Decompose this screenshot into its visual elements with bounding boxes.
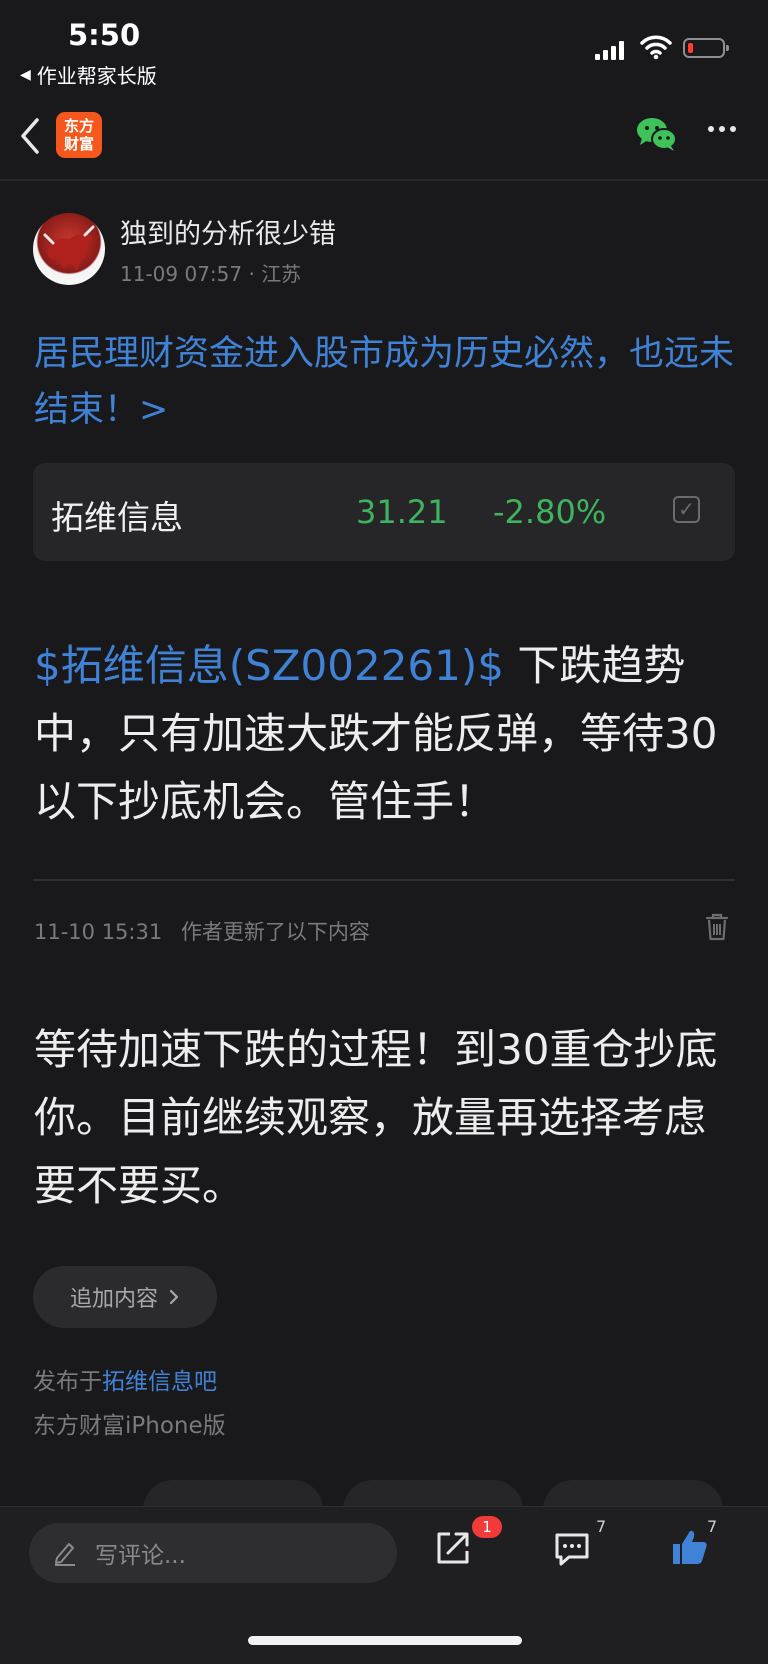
nav-divider <box>0 179 768 181</box>
wifi-icon <box>640 35 672 60</box>
share-row <box>33 1480 768 1508</box>
post-location: 江苏 <box>261 262 302 286</box>
append-content-button[interactable]: 追加内容 <box>33 1266 217 1328</box>
like-count: 7 <box>707 1517 718 1536</box>
home-indicator[interactable] <box>248 1636 522 1645</box>
comment-placeholder: 写评论... <box>95 1543 186 1569</box>
stock-name: 拓维信息 <box>51 498 183 537</box>
more-icon[interactable] <box>708 126 736 132</box>
stock-price: 31.21 <box>356 493 448 531</box>
comment-input[interactable]: 写评论... <box>29 1523 397 1583</box>
published-prefix: 发布于 <box>33 1369 102 1395</box>
meta-separator: · <box>248 262 262 286</box>
battery-icon <box>683 38 729 58</box>
like-thumb-icon[interactable] <box>670 1527 710 1567</box>
author-avatar[interactable] <box>33 213 105 285</box>
append-content-label: 追加内容 <box>69 1287 158 1312</box>
cellular-signal-icon <box>595 40 624 60</box>
trash-icon[interactable] <box>705 912 729 942</box>
stock-tag-link[interactable]: $拓维信息(SZ002261)$ <box>34 641 504 690</box>
published-in: 发布于拓维信息吧 <box>33 1362 217 1396</box>
share-icon[interactable] <box>434 1529 472 1567</box>
update-date: 11-10 15:31 <box>34 920 163 944</box>
update-label: 作者更新了以下内容 <box>180 920 370 944</box>
comment-count: 7 <box>596 1517 607 1536</box>
pencil-icon <box>55 1543 75 1566</box>
post-body: $拓维信息(SZ002261)$ 下跌趋势中，只有加速大跌才能反弹，等待30以下… <box>34 632 744 836</box>
post-meta: 11-09 07:57 · 江苏 <box>120 258 301 287</box>
chevron-right-icon <box>169 1289 179 1305</box>
content-divider <box>33 879 735 881</box>
share-wechat-pill[interactable] <box>143 1480 323 1508</box>
back-app-label: 作业帮家长版 <box>36 64 157 88</box>
add-watchlist-checkbox-icon[interactable]: ✓ <box>673 496 700 523</box>
eastmoney-logo: 东方 财富 <box>56 112 102 158</box>
share-moments-pill[interactable] <box>343 1480 523 1508</box>
back-triangle-icon: ◀ <box>20 66 31 83</box>
back-chevron-icon[interactable] <box>18 116 42 156</box>
update-body: 等待加速下跌的过程！到30重仓抄底你。目前继续观察，放量再选择考虑要不要买。 <box>34 1025 718 1210</box>
post-date: 11-09 07:57 <box>120 262 243 286</box>
comment-icon[interactable] <box>553 1531 591 1567</box>
share-weibo-pill[interactable] <box>543 1480 723 1508</box>
wechat-icon[interactable] <box>636 116 678 152</box>
post-title-link[interactable]: 居民理财资金进入股市成为历史必然，也远未结束！> <box>34 326 734 438</box>
stock-card[interactable]: 拓维信息 31.21 -2.80% ✓ <box>33 463 735 561</box>
bull-icon <box>43 225 95 271</box>
forum-link[interactable]: 拓维信息吧 <box>102 1369 217 1395</box>
stock-change: -2.80% <box>493 493 607 531</box>
update-meta: 11-10 15:31 作者更新了以下内容 <box>34 916 370 946</box>
status-time: 5:50 <box>68 18 141 52</box>
back-to-app-link[interactable]: ◀ 作业帮家长版 <box>20 60 157 89</box>
author-name[interactable]: 独到的分析很少错 <box>120 212 336 251</box>
share-badge: 1 <box>472 1516 502 1538</box>
client-source: 东方财富iPhone版 <box>33 1413 226 1439</box>
